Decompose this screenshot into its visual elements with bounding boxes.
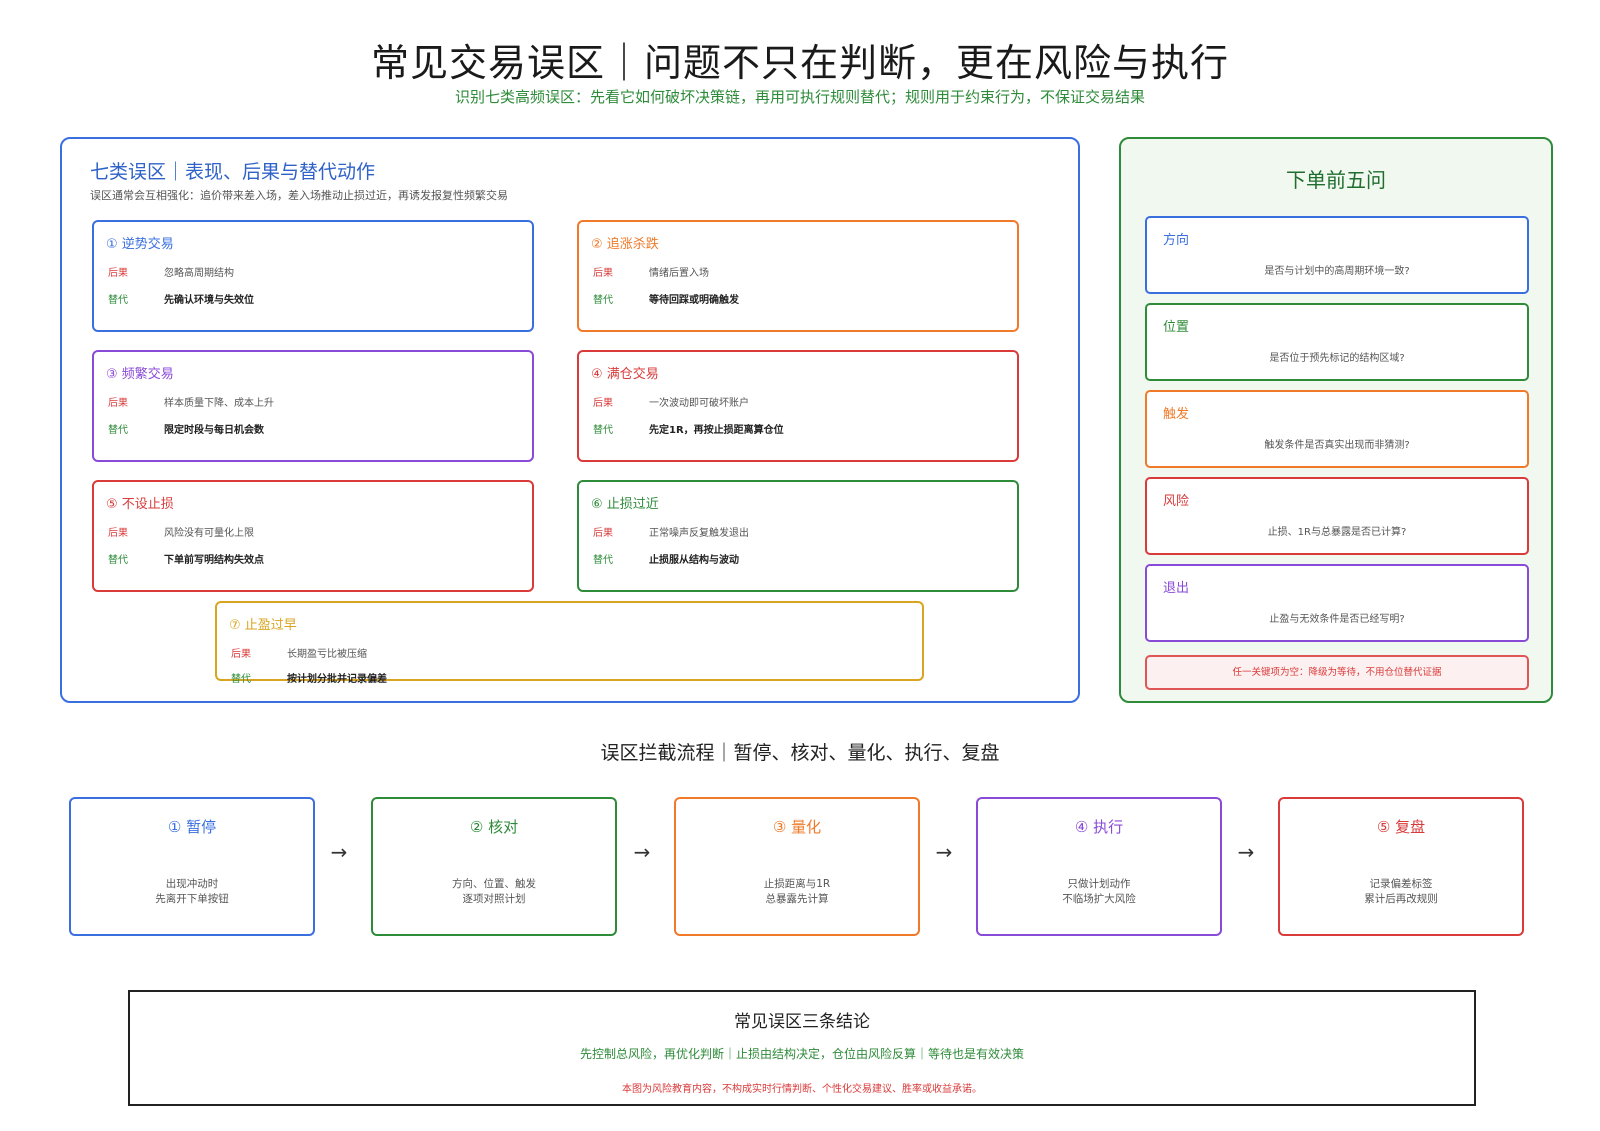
- mistake-card-overtrading: ③ 频繁交易 后果 样本质量下降、成本上升 替代 限定时段与每日机会数: [92, 350, 534, 462]
- mistake-card-title: ④ 满仓交易: [591, 367, 659, 382]
- mistakes-panel-title: 七类误区｜表现、后果与替代动作: [90, 161, 376, 183]
- mistake-card-title: ⑤ 不设止损: [106, 497, 174, 512]
- mistake-card-tight-stop: ⑥ 止损过近 后果 正常噪声反复触发退出 替代 止损服从结构与波动: [577, 480, 1019, 592]
- consequence-label: 后果: [593, 528, 613, 539]
- checklist-item-question: 止损、1R与总暴露是否已计算?: [1267, 527, 1407, 538]
- replacement-label: 替代: [593, 295, 613, 306]
- flow-step-line: 只做计划动作: [1067, 878, 1131, 890]
- mistake-card-no-stop: ⑤ 不设止损 后果 风险没有可量化上限 替代 下单前写明结构失效点: [92, 480, 534, 592]
- flow-step-review: ⑤ 复盘 记录偏差标签 累计后再改规则: [1278, 797, 1524, 936]
- checklist-item-location: 位置 是否位于预先标记的结构区域?: [1145, 303, 1529, 381]
- checklist-item-risk: 风险 止损、1R与总暴露是否已计算?: [1145, 477, 1529, 555]
- mistakes-panel-note: 误区通常会互相强化：追价带来差入场，差入场推动止损过近，再诱发报复性频繁交易: [90, 189, 508, 202]
- replacement-text: 限定时段与每日机会数: [164, 425, 264, 436]
- mistake-card-title: ① 逆势交易: [106, 237, 174, 252]
- flow-step-line: 总暴露先计算: [765, 893, 829, 905]
- checklist-title: 下单前五问: [1286, 168, 1386, 192]
- mistake-card-full-position: ④ 满仓交易 后果 一次波动即可破坏账户 替代 先定1R，再按止损距离算仓位: [577, 350, 1019, 462]
- flow-arrow-icon: →: [633, 840, 651, 864]
- page-subtitle: 识别七类高频误区：先看它如何破坏决策链，再用可执行规则替代；规则用于约束行为，不…: [454, 88, 1145, 106]
- checklist-item-exit: 退出 止盈与无效条件是否已经写明?: [1145, 564, 1529, 642]
- checklist-item-label: 风险: [1163, 494, 1190, 509]
- checklist-item-question: 是否与计划中的高周期环境一致?: [1264, 266, 1410, 277]
- mistake-card-title: ② 追涨杀跌: [591, 237, 659, 252]
- consequence-label: 后果: [593, 398, 613, 409]
- checklist-item-label: 方向: [1163, 233, 1190, 248]
- flow-arrow-icon: →: [1237, 840, 1255, 864]
- replacement-text: 按计划分批并记录偏差: [287, 674, 387, 685]
- checklist-item-label: 触发: [1163, 407, 1190, 422]
- consequence-text: 长期盈亏比被压缩: [287, 649, 367, 660]
- mistake-card-trend: ① 逆势交易 后果 忽略高周期结构 替代 先确认环境与失效位: [92, 220, 534, 332]
- flow-step-title: ② 核对: [469, 818, 519, 836]
- flow-step-line: 止损距离与1R: [763, 878, 831, 890]
- consequence-text: 忽略高周期结构: [164, 268, 234, 279]
- flow-step-verify: ② 核对 方向、位置、触发 逐项对照计划: [371, 797, 617, 936]
- consequence-label: 后果: [108, 528, 128, 539]
- page-title: 常见交易误区｜问题不只在判断，更在风险与执行: [370, 41, 1229, 85]
- consequence-label: 后果: [108, 398, 128, 409]
- consequence-text: 一次波动即可破坏账户: [649, 398, 749, 409]
- replacement-label: 替代: [593, 555, 613, 566]
- conclusion-line: 先控制总风险，再优化判断｜止损由结构决定，仓位由风险反算｜等待也是有效决策: [579, 1047, 1024, 1061]
- mistake-card-title: ⑥ 止损过近: [591, 497, 659, 512]
- consequence-label: 后果: [231, 649, 251, 660]
- flow-step-title: ⑤ 复盘: [1376, 818, 1426, 836]
- checklist-item-label: 退出: [1163, 581, 1190, 596]
- flow-step-line: 先离开下单按钮: [155, 893, 229, 905]
- mistake-card-chasing: ② 追涨杀跌 后果 情绪后置入场 替代 等待回踩或明确触发: [577, 220, 1019, 332]
- replacement-label: 替代: [231, 674, 251, 685]
- checklist-item-question: 触发条件是否真实出现而非猜测?: [1264, 440, 1410, 451]
- conclusion-title: 常见误区三条结论: [734, 1012, 870, 1032]
- flow-step-quantify: ③ 量化 止损距离与1R 总暴露先计算: [674, 797, 920, 936]
- flow-step-title: ① 暂停: [167, 818, 217, 836]
- replacement-label: 替代: [108, 295, 128, 306]
- conclusion-disclaimer: 本图为风险教育内容，不构成实时行情判断、个性化交易建议、胜率或收益承诺。: [622, 1084, 982, 1095]
- consequence-text: 正常噪声反复触发退出: [649, 528, 749, 539]
- flow-arrow-icon: →: [935, 840, 953, 864]
- flow-step-title: ③ 量化: [772, 818, 822, 836]
- replacement-label: 替代: [593, 425, 613, 436]
- checklist-panel: 下单前五问 方向 是否与计划中的高周期环境一致? 位置 是否位于预先标记的结构区…: [1119, 137, 1553, 703]
- replacement-text: 止损服从结构与波动: [649, 555, 739, 566]
- replacement-label: 替代: [108, 555, 128, 566]
- flow-step-line: 逐项对照计划: [462, 893, 526, 905]
- replacement-text: 下单前写明结构失效点: [164, 555, 264, 566]
- conclusion-box: 常见误区三条结论 先控制总风险，再优化判断｜止损由结构决定，仓位由风险反算｜等待…: [128, 990, 1476, 1106]
- consequence-text: 样本质量下降、成本上升: [164, 398, 274, 409]
- flow-title: 误区拦截流程｜暂停、核对、量化、执行、复盘: [600, 742, 1000, 764]
- checklist-item-question: 止盈与无效条件是否已经写明?: [1269, 614, 1405, 625]
- flow-step-pause: ① 暂停 出现冲动时先离开下单按钮: [69, 797, 315, 936]
- consequence-text: 风险没有可量化上限: [164, 528, 254, 539]
- flow-step-line: 记录偏差标签: [1369, 878, 1433, 890]
- replacement-text: 先定1R，再按止损距离算仓位: [649, 425, 784, 436]
- flow-step-line: 方向、位置、触发: [452, 878, 536, 890]
- replacement-text: 等待回踩或明确触发: [649, 295, 739, 306]
- flow-step-line: 不临场扩大风险: [1062, 893, 1136, 905]
- consequence-text: 情绪后置入场: [649, 268, 709, 279]
- consequence-label: 后果: [108, 268, 128, 279]
- replacement-label: 替代: [108, 425, 128, 436]
- flow-step-title: ④ 执行: [1074, 818, 1124, 836]
- mistake-card-title: ③ 频繁交易: [106, 367, 174, 382]
- flow-step-line: 出现冲动时: [165, 878, 219, 890]
- replacement-text: 先确认环境与失效位: [164, 295, 254, 306]
- consequence-label: 后果: [593, 268, 613, 279]
- checklist-item-question: 是否位于预先标记的结构区域?: [1269, 353, 1405, 364]
- checklist-item-direction: 方向 是否与计划中的高周期环境一致?: [1145, 216, 1529, 294]
- checklist-item-trigger: 触发 触发条件是否真实出现而非猜测?: [1145, 390, 1529, 468]
- mistakes-panel: 七类误区｜表现、后果与替代动作 误区通常会互相强化：追价带来差入场，差入场推动止…: [60, 137, 1080, 703]
- flow-step-line: 累计后再改规则: [1364, 893, 1438, 905]
- mistake-card-early-profit: ⑦ 止盈过早 后果 长期盈亏比被压缩 替代 按计划分批并记录偏差: [215, 601, 924, 685]
- flow-arrow-icon: →: [330, 840, 348, 864]
- mistake-card-title: ⑦ 止盈过早: [229, 618, 297, 633]
- flow-step-execute: ④ 执行 只做计划动作 不临场扩大风险: [976, 797, 1222, 936]
- checklist-warning: 任一关键项为空：降级为等待，不用仓位替代证据: [1145, 655, 1529, 690]
- checklist-item-label: 位置: [1163, 320, 1190, 335]
